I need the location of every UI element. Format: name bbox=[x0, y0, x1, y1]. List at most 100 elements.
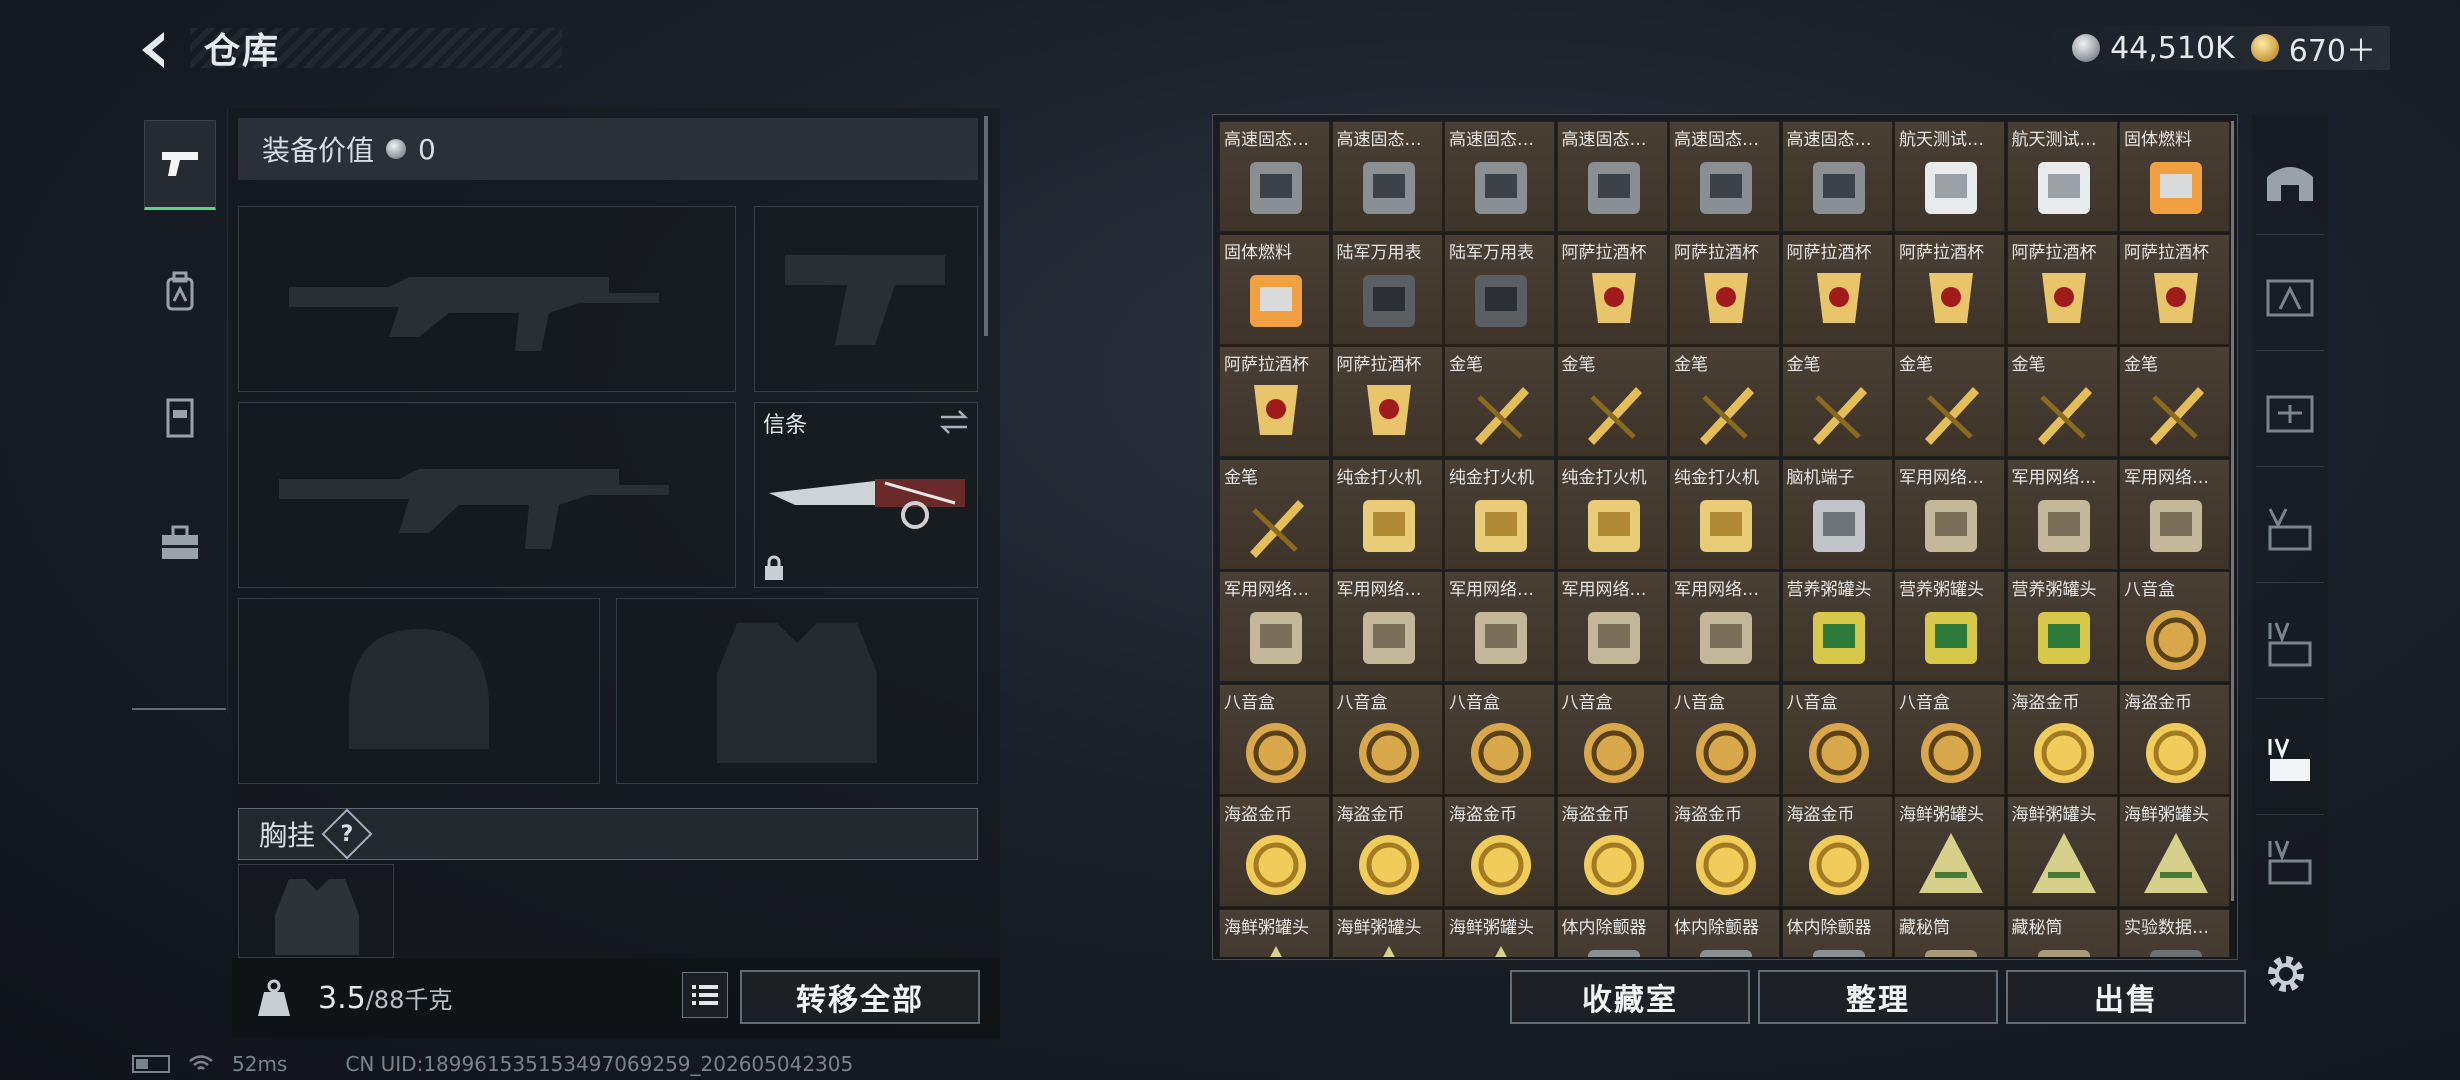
storage-item[interactable]: 金笔 bbox=[2006, 346, 2118, 457]
storage-item[interactable]: 海鲜粥罐头 bbox=[1894, 796, 2005, 907]
rail-item-weapons[interactable] bbox=[144, 120, 216, 210]
storage-item[interactable]: 海鲜粥罐头 bbox=[1444, 908, 1555, 957]
storage-item[interactable]: 八音盒 bbox=[1219, 683, 1330, 795]
storage-item[interactable]: 海盗金币 bbox=[2119, 683, 2230, 795]
rail-item-backpack[interactable] bbox=[144, 248, 216, 338]
storage-item[interactable]: 海盗金币 bbox=[1444, 796, 1555, 907]
storage-item[interactable]: 高速固态… bbox=[1219, 121, 1330, 232]
storage-item[interactable]: 金笔 bbox=[1669, 346, 1780, 457]
storage-item[interactable]: 八音盒 bbox=[2119, 571, 2230, 682]
tab-container-iv-c[interactable] bbox=[2256, 832, 2324, 892]
storage-item[interactable]: 纯金打火机 bbox=[1669, 458, 1780, 570]
storage-item[interactable]: 海鲜粥罐头 bbox=[1331, 908, 1443, 957]
primary-weapon-slot[interactable] bbox=[238, 206, 736, 392]
helmet-slot[interactable] bbox=[238, 598, 600, 784]
storage-item[interactable]: 海盗金币 bbox=[1331, 796, 1443, 907]
armor-slot[interactable] bbox=[616, 598, 978, 784]
storage-item[interactable]: 纯金打火机 bbox=[1444, 458, 1555, 570]
storage-item[interactable]: 陆军万用表 bbox=[1444, 233, 1555, 345]
storage-item[interactable]: 军用网络… bbox=[1219, 571, 1330, 682]
storage-scrollbar[interactable] bbox=[2231, 121, 2234, 901]
list-view-button[interactable] bbox=[682, 972, 728, 1018]
back-button[interactable] bbox=[130, 24, 182, 76]
rail-item-vest[interactable] bbox=[144, 373, 216, 463]
storage-item[interactable]: 军用网络… bbox=[1894, 458, 2005, 570]
storage-item[interactable]: 金笔 bbox=[1219, 458, 1330, 570]
storage-item[interactable]: 海鲜粥罐头 bbox=[1219, 908, 1330, 957]
storage-item[interactable]: 纯金打火机 bbox=[1331, 458, 1443, 570]
storage-item[interactable]: 纯金打火机 bbox=[1556, 458, 1668, 570]
storage-item[interactable]: 高速固态… bbox=[1556, 121, 1668, 232]
storage-item[interactable]: 八音盒 bbox=[1556, 683, 1668, 795]
storage-item[interactable]: 高速固态… bbox=[1444, 121, 1555, 232]
storage-item[interactable]: 军用网络… bbox=[2119, 458, 2230, 570]
storage-item[interactable]: 阿萨拉酒杯 bbox=[1331, 346, 1443, 457]
melee-slot[interactable]: 信条 bbox=[754, 402, 978, 588]
storage-item[interactable]: 阿萨拉酒杯 bbox=[1219, 346, 1330, 457]
storage-item[interactable]: 阿萨拉酒杯 bbox=[2006, 233, 2118, 345]
storage-item[interactable]: 体内除颤器 bbox=[1781, 908, 1893, 957]
storage-item[interactable]: 八音盒 bbox=[1444, 683, 1555, 795]
secondary-weapon-slot[interactable] bbox=[238, 402, 736, 588]
storage-item[interactable]: 军用网络… bbox=[1669, 571, 1780, 682]
storage-item[interactable]: 海盗金币 bbox=[1556, 796, 1668, 907]
storage-item[interactable]: 阿萨拉酒杯 bbox=[2119, 233, 2230, 345]
storage-item[interactable]: 军用网络… bbox=[1556, 571, 1668, 682]
storage-item[interactable]: 金笔 bbox=[1781, 346, 1893, 457]
storage-item[interactable]: 藏秘筒 bbox=[2006, 908, 2118, 957]
tab-container-gti-a[interactable] bbox=[2256, 252, 2324, 340]
storage-item[interactable]: 营养粥罐头 bbox=[1894, 571, 2005, 682]
storage-item[interactable]: 海盗金币 bbox=[1781, 796, 1893, 907]
storage-item[interactable]: 陆军万用表 bbox=[1331, 233, 1443, 345]
storage-item[interactable]: 固体燃料 bbox=[2119, 121, 2230, 232]
rail-item-toolbox[interactable] bbox=[144, 498, 216, 588]
storage-item[interactable]: 军用网络… bbox=[2006, 458, 2118, 570]
collection-button[interactable]: 收藏室 bbox=[1510, 970, 1750, 1024]
storage-item[interactable]: 实验数据… bbox=[2119, 908, 2230, 957]
storage-item[interactable]: 海盗金币 bbox=[1219, 796, 1330, 907]
storage-item[interactable]: 体内除颤器 bbox=[1669, 908, 1780, 957]
storage-item[interactable]: 高速固态… bbox=[1669, 121, 1780, 232]
storage-item[interactable]: 金笔 bbox=[2119, 346, 2230, 457]
tab-container-iv-active[interactable] bbox=[2256, 716, 2324, 804]
currency-gold[interactable]: 670＋ bbox=[2250, 26, 2376, 70]
storage-item[interactable]: 海盗金币 bbox=[1669, 796, 1780, 907]
storage-item[interactable]: 营养粥罐头 bbox=[2006, 571, 2118, 682]
storage-item[interactable]: 高速固态… bbox=[1781, 121, 1893, 232]
help-icon[interactable]: ? bbox=[321, 808, 373, 860]
storage-item[interactable]: 藏秘筒 bbox=[1894, 908, 2005, 957]
settings-button[interactable] bbox=[2262, 950, 2312, 1000]
storage-item[interactable]: 八音盒 bbox=[1894, 683, 2005, 795]
storage-item[interactable]: 固体燃料 bbox=[1219, 233, 1330, 345]
storage-item[interactable]: 八音盒 bbox=[1781, 683, 1893, 795]
storage-item[interactable]: 金笔 bbox=[1556, 346, 1668, 457]
tab-container-v[interactable] bbox=[2256, 484, 2324, 572]
storage-item[interactable]: 阿萨拉酒杯 bbox=[1894, 233, 2005, 345]
storage-item[interactable]: 体内除颤器 bbox=[1556, 908, 1668, 957]
tab-container-iv[interactable] bbox=[2256, 600, 2324, 688]
storage-item[interactable]: 海鲜粥罐头 bbox=[2006, 796, 2118, 907]
storage-item[interactable]: 脑机端子 bbox=[1781, 458, 1893, 570]
sidearm-slot[interactable] bbox=[754, 206, 978, 392]
storage-item[interactable]: 航天测试… bbox=[1894, 121, 2005, 232]
currency-silver[interactable]: 44,510K bbox=[2072, 31, 2235, 66]
storage-item[interactable]: 金笔 bbox=[1444, 346, 1555, 457]
storage-item[interactable]: 阿萨拉酒杯 bbox=[1556, 233, 1668, 345]
chest-rig-slot[interactable] bbox=[238, 864, 394, 958]
storage-item[interactable]: 金笔 bbox=[1894, 346, 2005, 457]
swap-icon[interactable] bbox=[939, 409, 969, 435]
sell-button[interactable]: 出售 bbox=[2006, 970, 2246, 1024]
storage-item[interactable]: 八音盒 bbox=[1331, 683, 1443, 795]
storage-item[interactable]: 阿萨拉酒杯 bbox=[1669, 233, 1780, 345]
storage-item[interactable]: 八音盒 bbox=[1669, 683, 1780, 795]
equipment-scrollbar[interactable] bbox=[984, 116, 988, 336]
storage-item[interactable]: 海盗金币 bbox=[2006, 683, 2118, 795]
storage-item[interactable]: 高速固态… bbox=[1331, 121, 1443, 232]
tab-container-gti-b[interactable] bbox=[2256, 368, 2324, 456]
storage-item[interactable]: 军用网络… bbox=[1444, 571, 1555, 682]
tab-bunker[interactable] bbox=[2256, 136, 2324, 224]
storage-item[interactable]: 营养粥罐头 bbox=[1781, 571, 1893, 682]
transfer-all-button[interactable]: 转移全部 bbox=[740, 970, 980, 1024]
storage-item[interactable]: 阿萨拉酒杯 bbox=[1781, 233, 1893, 345]
storage-item[interactable]: 海鲜粥罐头 bbox=[2119, 796, 2230, 907]
